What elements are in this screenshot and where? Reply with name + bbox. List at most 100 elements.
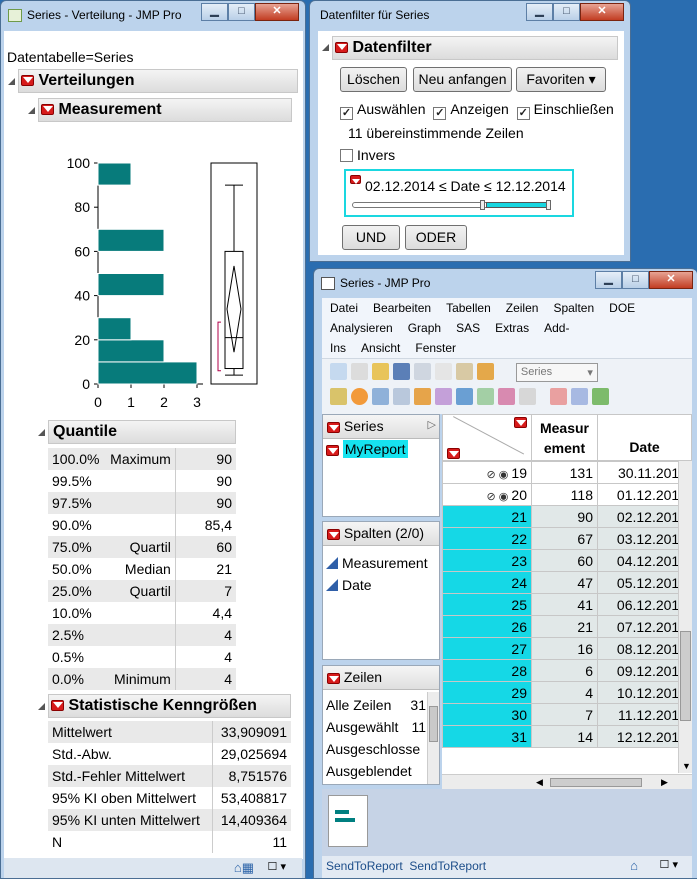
row-number-cell[interactable]: 23 (442, 549, 532, 572)
histogram-bar[interactable] (97, 317, 132, 341)
row-number-cell[interactable]: 29 (442, 681, 532, 704)
home-icon[interactable]: ⌂ (630, 858, 638, 873)
measurement-cell[interactable]: 47 (531, 571, 598, 594)
menu-item-analysieren[interactable]: Analysieren (330, 321, 393, 335)
table-row[interactable]: 30 7 11.12.2014 (442, 703, 692, 726)
table-row[interactable]: 25 41 06.12.2014 (442, 593, 692, 616)
disclosure-icon[interactable] (38, 703, 45, 710)
table-row[interactable]: 23 60 04.12.2014 (442, 549, 692, 572)
open-folder-icon[interactable] (372, 363, 389, 380)
table-row[interactable]: 24 47 05.12.2014 (442, 571, 692, 594)
red-triangle-menu-icon[interactable] (326, 444, 339, 456)
red-triangle-menu-icon[interactable] (514, 417, 527, 428)
row-number-cell[interactable]: 25 (442, 593, 532, 616)
range-slider-selection[interactable] (486, 202, 548, 208)
red-triangle-menu-icon[interactable] (327, 421, 340, 433)
red-triangle-menu-icon[interactable] (327, 672, 340, 684)
chevron-left-icon[interactable]: ◀ (536, 777, 543, 788)
red-triangle-menu-icon[interactable] (21, 75, 34, 87)
rows-scrollbar[interactable] (427, 692, 439, 784)
menu-item-graph[interactable]: Graph (408, 321, 441, 335)
chevron-down-icon[interactable]: ▼ (682, 761, 691, 771)
maximize-button[interactable]: □ (228, 3, 255, 21)
tools-icon[interactable] (414, 388, 431, 405)
bars-icon[interactable] (456, 388, 473, 405)
view-menu-icon[interactable]: ☐ ▾ (660, 858, 678, 871)
row-number-cell[interactable]: 24 (442, 571, 532, 594)
or-button[interactable]: ODER (405, 225, 467, 250)
columns-panel-header[interactable]: Spalten (2/0) (323, 522, 439, 546)
and-button[interactable]: UND (342, 225, 400, 250)
maximize-button[interactable]: □ (622, 271, 649, 289)
row-number-cell[interactable]: 27 (442, 637, 532, 660)
table-row[interactable]: 26 21 07.12.2014 (442, 615, 692, 638)
measurement-cell[interactable]: 14 (531, 725, 598, 748)
menu-item-zeilen[interactable]: Zeilen (506, 301, 539, 315)
measurement-cell[interactable]: 6 (531, 659, 598, 682)
matrix-icon[interactable] (477, 388, 494, 405)
measurement-cell[interactable]: 67 (531, 527, 598, 550)
maximize-button[interactable]: □ (553, 3, 580, 21)
histogram-bar[interactable] (97, 339, 165, 363)
warning-icon[interactable] (519, 388, 536, 405)
clear-button[interactable]: Löschen (340, 67, 407, 92)
menu-item-extras[interactable]: Extras (495, 321, 529, 335)
menu-item-fenster[interactable]: Fenster (415, 341, 456, 355)
minimize-button[interactable]: ▁ (201, 3, 228, 21)
column-item-measurement[interactable]: Measurement (326, 552, 428, 574)
menu-item-doe[interactable]: DOE (609, 301, 635, 315)
measurement-cell[interactable]: 118 (531, 483, 598, 506)
menu-item-tabellen[interactable]: Tabellen (446, 301, 491, 315)
measurement-cell[interactable]: 60 (531, 549, 598, 572)
table-panel-header[interactable]: Series ▷ (323, 415, 439, 439)
row-number-cell[interactable]: 21 (442, 505, 532, 528)
grid-hscrollbar[interactable]: ◀ ▶ (442, 774, 692, 790)
measurement-cell[interactable]: 90 (531, 505, 598, 528)
measurement-cell[interactable]: 131 (531, 461, 598, 484)
disclosure-icon[interactable] (8, 78, 15, 85)
home-icon[interactable]: ⌂▦ (234, 860, 254, 876)
row-number-cell[interactable]: 28 (442, 659, 532, 682)
script-item[interactable]: MyReport (326, 440, 408, 458)
menu-item-datei[interactable]: Datei (330, 301, 358, 315)
line-icon[interactable] (372, 388, 389, 405)
ternary-icon[interactable] (550, 388, 567, 405)
menu-item-ansicht[interactable]: Ansicht (361, 341, 400, 355)
table-row[interactable]: 27 16 08.12.2014 (442, 637, 692, 660)
red-triangle-menu-icon[interactable] (350, 175, 361, 184)
col-header-date[interactable]: Date (597, 414, 692, 461)
column-item-date[interactable]: Date (326, 574, 428, 596)
data-grid-icon[interactable] (477, 363, 494, 380)
paste-icon[interactable] (456, 363, 473, 380)
copy-icon[interactable] (435, 363, 452, 380)
favorites-button[interactable]: Favoriten ▾ (516, 67, 606, 92)
histogram-bar[interactable] (97, 273, 165, 297)
select-checkbox[interactable]: ✓ (340, 107, 353, 120)
report-thumbnail[interactable] (328, 795, 368, 847)
table-row[interactable]: 22 67 03.12.2014 (442, 527, 692, 550)
script-name[interactable]: MyReport (342, 440, 408, 458)
disclosure-icon[interactable] (28, 107, 35, 114)
show-checkbox[interactable]: ✓ (433, 107, 447, 120)
heatmap-icon[interactable] (498, 388, 515, 405)
table-row[interactable]: 29 4 10.12.2014 (442, 681, 692, 704)
close-button[interactable]: ✕ (649, 271, 693, 289)
bubble-icon[interactable] (592, 388, 609, 405)
measurement-cell[interactable]: 4 (531, 681, 598, 704)
grid-icon[interactable] (330, 388, 347, 405)
chevron-right-icon[interactable]: ▷ (428, 418, 436, 431)
scatter-icon[interactable] (393, 388, 410, 405)
table-row[interactable]: 31 14 12.12.2014 (442, 725, 692, 748)
chevron-right-icon[interactable]: ▶ (661, 777, 668, 788)
disclosure-icon[interactable] (322, 44, 329, 51)
red-triangle-menu-icon[interactable] (335, 42, 348, 54)
new-table-icon[interactable] (330, 363, 347, 380)
table-row[interactable]: ⊘ ◉ 19 131 30.11.2014 (442, 461, 692, 484)
surface-icon[interactable] (571, 388, 588, 405)
cluster-icon[interactable] (435, 388, 452, 405)
cut-icon[interactable] (414, 363, 431, 380)
col-header-measurement[interactable]: Measur ement (531, 414, 598, 461)
new-script-icon[interactable] (351, 363, 368, 380)
range-slider-min-handle[interactable] (480, 200, 485, 210)
close-button[interactable]: ✕ (580, 3, 624, 21)
